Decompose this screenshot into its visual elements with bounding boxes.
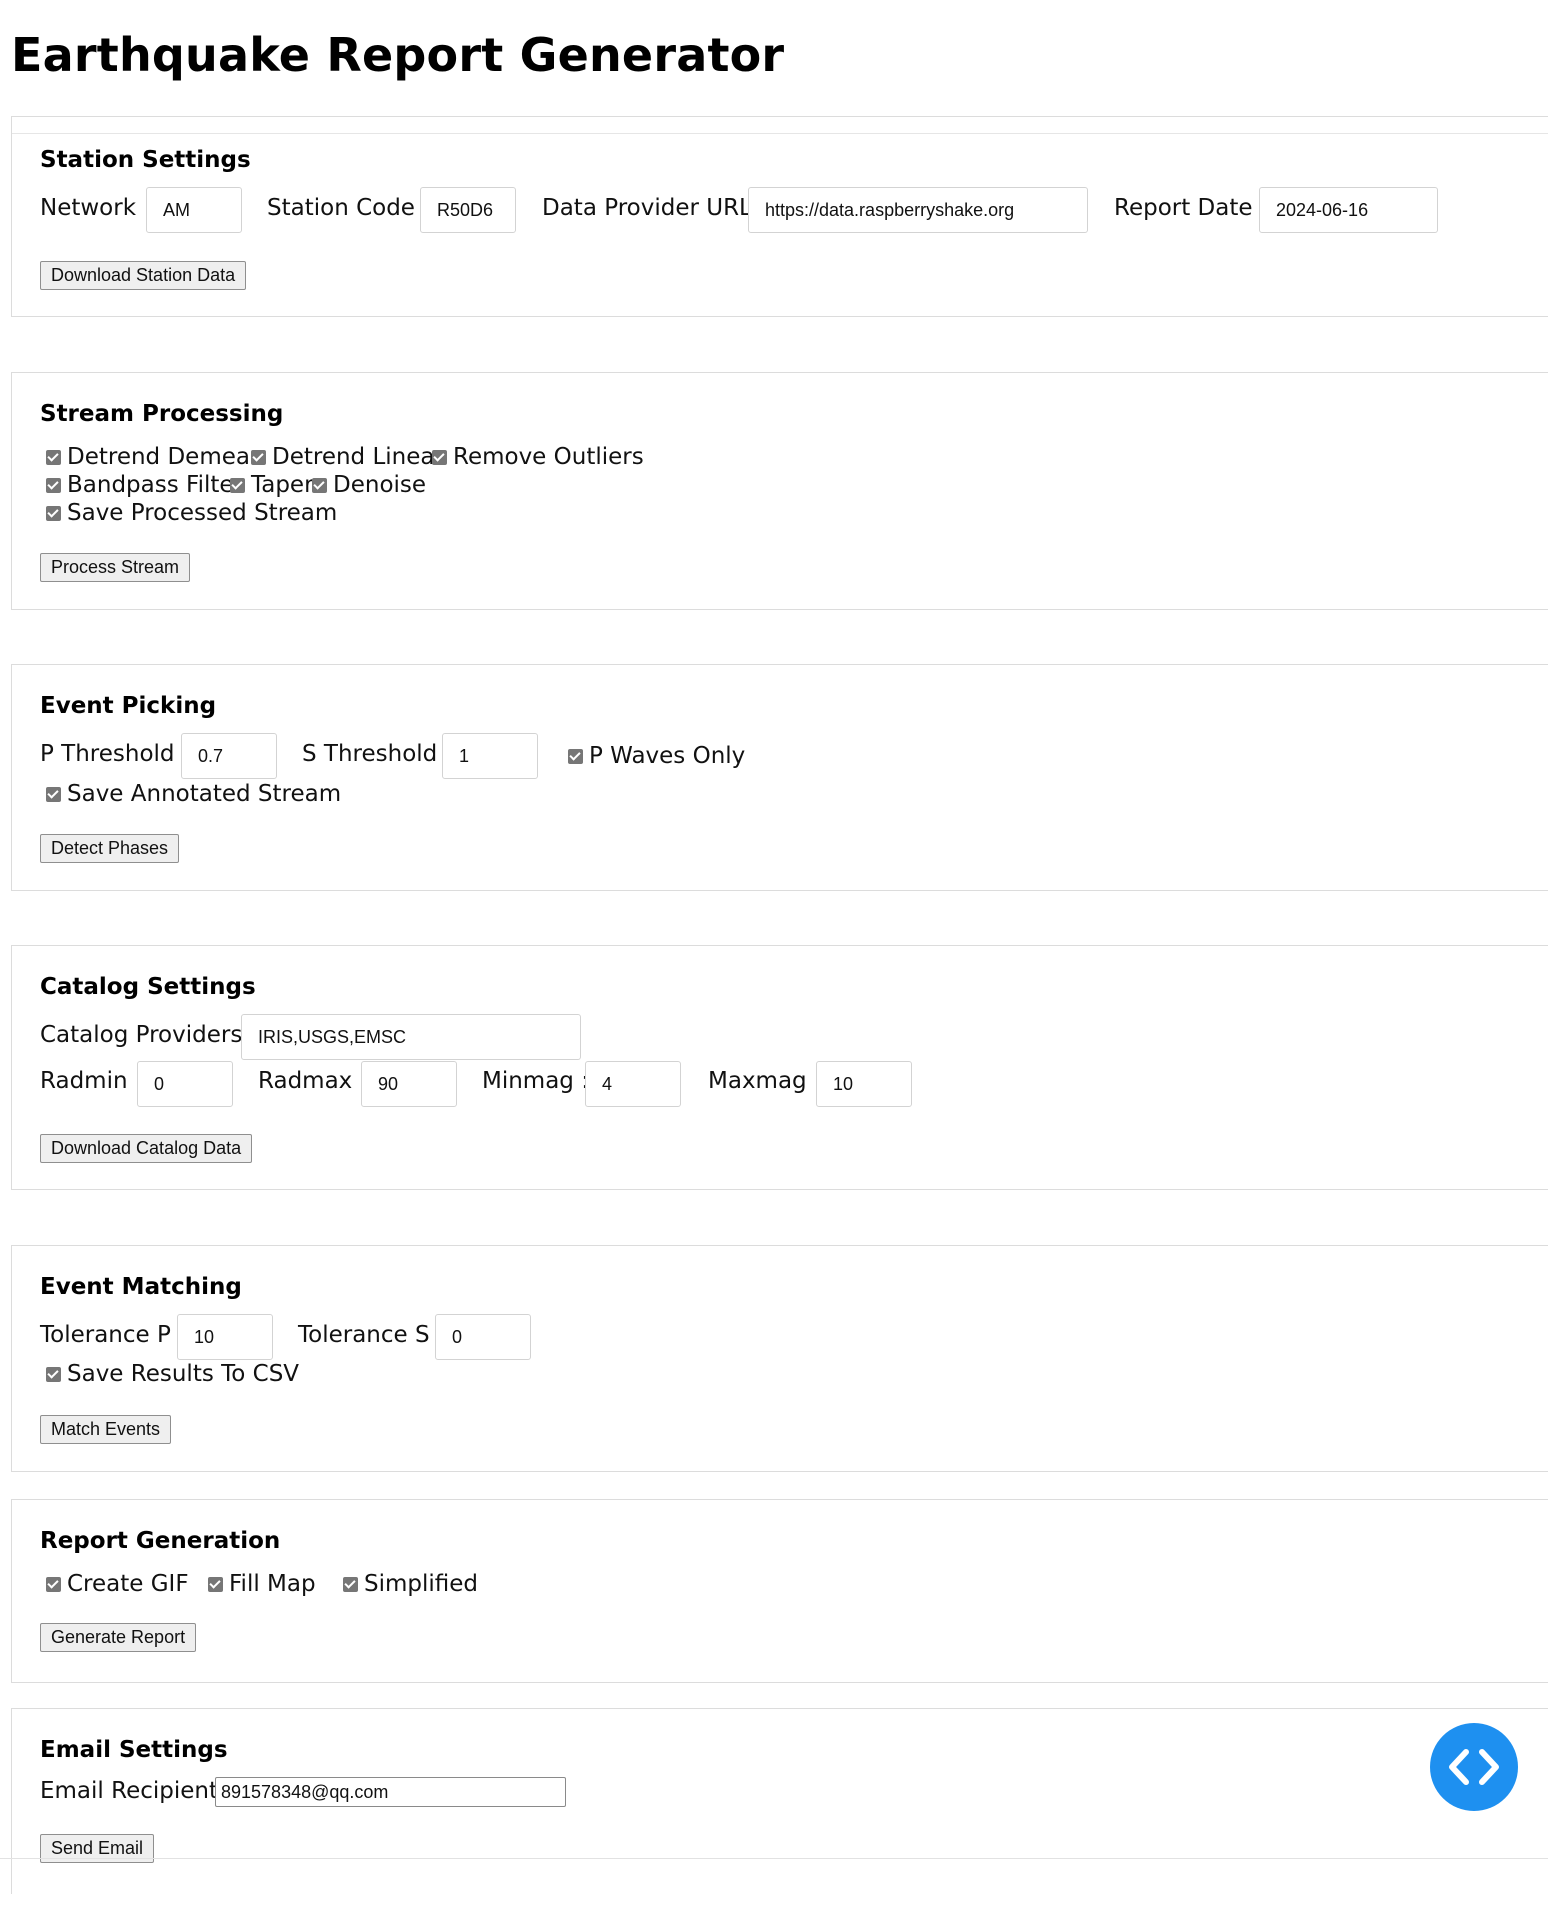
catalog-settings-heading: Catalog Settings — [40, 974, 256, 1000]
detrend-demean-checkbox[interactable]: Detrend Demean — [46, 444, 265, 470]
stream-processing-heading: Stream Processing — [40, 401, 284, 427]
p-threshold-label: P Threshold : — [40, 741, 190, 767]
radmin-label: Radmin : — [40, 1068, 143, 1094]
network-label: Network : — [40, 195, 152, 221]
event-picking-heading: Event Picking — [40, 693, 217, 719]
minmag-input[interactable] — [585, 1061, 681, 1107]
radmin-input[interactable] — [137, 1061, 233, 1107]
checkbox-check-icon[interactable] — [251, 449, 266, 465]
generate-report-button[interactable]: Generate Report — [40, 1623, 197, 1652]
catalog-settings-section: Catalog Settings Catalog Providers : Rad… — [11, 945, 1548, 1190]
station-settings-heading: Station Settings — [40, 147, 251, 173]
p-threshold-input[interactable] — [181, 733, 277, 779]
tolerance-s-label: Tolerance S : — [298, 1322, 445, 1348]
checkbox-check-icon[interactable] — [46, 449, 61, 465]
download-catalog-data-button[interactable]: Download Catalog Data — [40, 1134, 253, 1163]
p-waves-only-checkbox[interactable]: P Waves Only — [568, 743, 745, 769]
detect-phases-button[interactable]: Detect Phases — [40, 834, 180, 863]
report-date-input[interactable] — [1259, 187, 1438, 233]
checkbox-check-icon[interactable] — [568, 748, 583, 764]
station-code-label: Station Code : — [267, 195, 431, 221]
station-settings-section: Station Settings Network : Station Code … — [11, 116, 1548, 317]
email-settings-section: Email Settings Email Recipient : Send Em… — [11, 1708, 1548, 1894]
catalog-providers-label: Catalog Providers : — [40, 1022, 258, 1048]
tolerance-p-input[interactable] — [177, 1314, 273, 1360]
page-bottom-divider — [0, 1858, 1548, 1859]
remove-outliers-checkbox[interactable]: Remove Outliers — [432, 444, 644, 470]
checkbox-check-icon[interactable] — [46, 1576, 61, 1592]
checkbox-check-icon[interactable] — [46, 786, 61, 802]
radmax-input[interactable] — [361, 1061, 457, 1107]
network-input[interactable] — [146, 187, 242, 233]
simplified-checkbox[interactable]: Simplified — [343, 1571, 478, 1597]
save-results-csv-checkbox[interactable]: Save Results To CSV — [46, 1361, 299, 1387]
event-matching-heading: Event Matching — [40, 1274, 242, 1300]
match-events-button[interactable]: Match Events — [40, 1415, 172, 1444]
denoise-checkbox[interactable]: Denoise — [312, 472, 426, 498]
code-icon — [1449, 1749, 1499, 1785]
detrend-linear-checkbox[interactable]: Detrend Linear — [251, 444, 444, 470]
email-recipient-label: Email Recipient : — [40, 1778, 234, 1804]
maxmag-label: Maxmag : — [708, 1068, 822, 1094]
checkbox-check-icon[interactable] — [208, 1576, 223, 1592]
tolerance-s-input[interactable] — [435, 1314, 531, 1360]
checkbox-check-icon[interactable] — [343, 1576, 358, 1592]
save-annotated-stream-checkbox[interactable]: Save Annotated Stream — [46, 781, 341, 807]
checkbox-check-icon[interactable] — [46, 1366, 61, 1382]
provider-url-label: Data Provider URL : — [542, 195, 767, 221]
code-toggle-button[interactable] — [1430, 1723, 1518, 1811]
maxmag-input[interactable] — [816, 1061, 912, 1107]
report-generation-heading: Report Generation — [40, 1528, 281, 1554]
email-settings-heading: Email Settings — [40, 1737, 228, 1763]
bandpass-filter-checkbox[interactable]: Bandpass Filter — [46, 472, 243, 498]
checkbox-check-icon[interactable] — [312, 477, 327, 493]
save-processed-stream-checkbox[interactable]: Save Processed Stream — [46, 500, 337, 526]
taper-checkbox[interactable]: Taper — [230, 472, 314, 498]
s-threshold-label: S Threshold : — [302, 741, 453, 767]
s-threshold-input[interactable] — [442, 733, 538, 779]
fill-map-checkbox[interactable]: Fill Map — [208, 1571, 316, 1597]
report-generation-section: Report Generation Create GIF Fill Map Si… — [11, 1499, 1548, 1683]
station-code-input[interactable] — [420, 187, 516, 233]
page-title: Earthquake Report Generator — [11, 28, 785, 82]
process-stream-button[interactable]: Process Stream — [40, 553, 191, 582]
checkbox-check-icon[interactable] — [46, 505, 61, 521]
create-gif-checkbox[interactable]: Create GIF — [46, 1571, 189, 1597]
email-recipient-input[interactable] — [215, 1777, 566, 1807]
download-station-data-button[interactable]: Download Station Data — [40, 261, 247, 290]
checkbox-check-icon[interactable] — [432, 449, 447, 465]
report-date-label: Report Date : — [1114, 195, 1268, 221]
catalog-providers-input[interactable] — [241, 1014, 581, 1060]
tolerance-p-label: Tolerance P : — [40, 1322, 186, 1348]
radmax-label: Radmax : — [258, 1068, 368, 1094]
stream-processing-section: Stream Processing Detrend Demean Detrend… — [11, 372, 1548, 610]
provider-url-input[interactable] — [748, 187, 1088, 233]
minmag-label: Minmag : — [482, 1068, 589, 1094]
event-picking-section: Event Picking P Threshold : S Threshold … — [11, 664, 1548, 891]
checkbox-check-icon[interactable] — [46, 477, 61, 493]
event-matching-section: Event Matching Tolerance P : Tolerance S… — [11, 1245, 1548, 1472]
checkbox-check-icon[interactable] — [230, 477, 245, 493]
